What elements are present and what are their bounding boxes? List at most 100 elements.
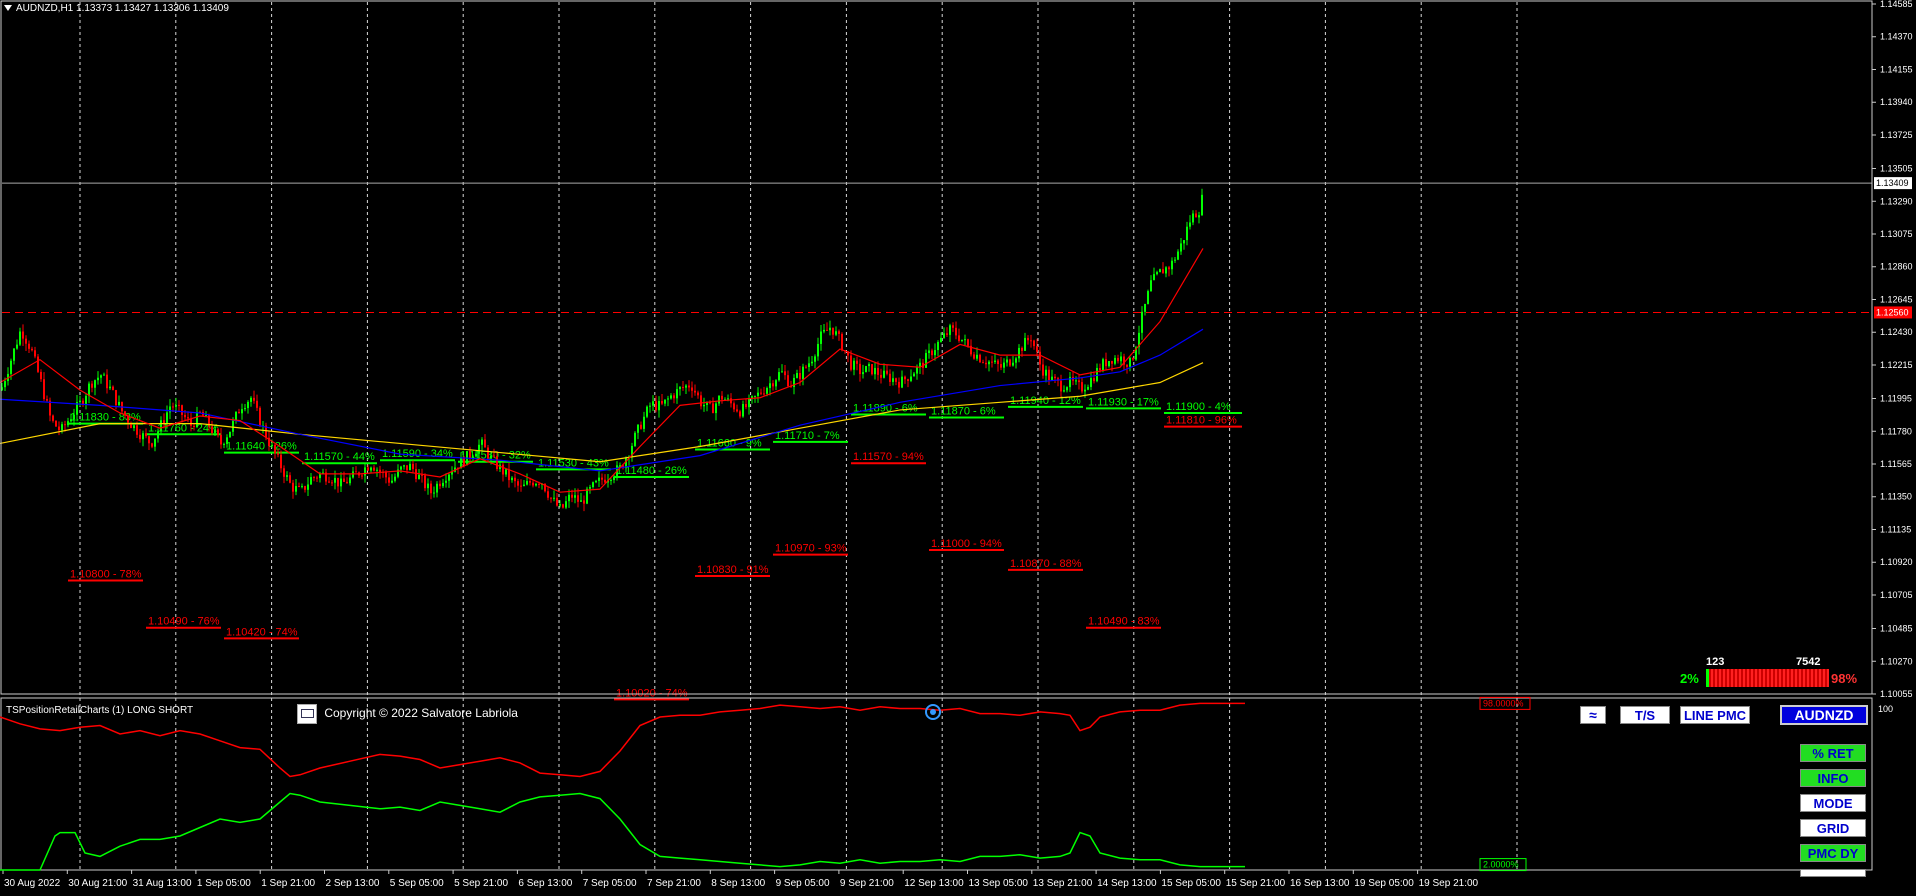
candle-body <box>160 420 162 432</box>
candle-body <box>649 405 651 407</box>
candle-body <box>58 426 60 431</box>
ts-button[interactable]: T/S <box>1620 706 1670 724</box>
y-tick-label: 1.12215 <box>1880 360 1913 370</box>
candle-body <box>958 335 960 341</box>
candle-body <box>184 414 186 418</box>
candle-body <box>253 397 255 401</box>
candle-body <box>880 374 882 378</box>
target-icon[interactable] <box>925 704 941 720</box>
candle-body <box>946 333 948 335</box>
x-tick-label: 31 Aug 13:00 <box>133 878 192 889</box>
y-tick-label: 1.11350 <box>1880 492 1912 502</box>
chart-canvas[interactable]: 1.11830 - 83%1.11760 - 24%1.11640 - 26%1… <box>0 0 1916 896</box>
candle-body <box>214 429 216 433</box>
copyright-block: Copyright © 2022 Salvatore Labriola <box>297 704 518 724</box>
menu-triangle-icon[interactable] <box>4 5 12 12</box>
candle-body <box>241 409 243 414</box>
candle-body <box>298 486 300 488</box>
y-tick-label: 1.13940 <box>1880 97 1913 107</box>
red-level-label: 1.10420 - 74% <box>226 626 298 638</box>
candle-body <box>1030 340 1032 342</box>
red-level-label: 1.10830 - 91% <box>697 564 769 576</box>
mode-button[interactable]: MODE <box>1800 794 1866 812</box>
info-button[interactable]: INFO <box>1800 769 1866 787</box>
candle-body <box>823 329 825 332</box>
candle-body <box>448 474 450 481</box>
pmc-dy-button[interactable]: PMC DY <box>1800 844 1866 862</box>
candle-body <box>337 477 339 487</box>
candle-body <box>592 482 594 488</box>
candle-body <box>676 389 678 399</box>
candle-body <box>1198 215 1200 218</box>
y-tick-label: 1.13725 <box>1880 130 1913 140</box>
candle-body <box>883 370 885 378</box>
candle-body <box>571 494 573 498</box>
candle-body <box>778 372 780 381</box>
candle-body <box>871 364 873 375</box>
candle-body <box>103 374 105 376</box>
candle-body <box>715 403 717 414</box>
candle-body <box>562 504 564 508</box>
candle-body <box>952 325 954 328</box>
candle-body <box>1012 362 1014 366</box>
candle-body <box>109 386 111 389</box>
red-level-label: 1.10970 - 93% <box>775 543 847 555</box>
candle-body <box>712 403 714 414</box>
candle-body <box>316 477 318 479</box>
candle-body <box>874 367 876 375</box>
candle-body <box>550 497 552 499</box>
candle-body <box>97 377 99 381</box>
main-frame <box>0 0 1873 695</box>
wave-button[interactable]: ≈ <box>1580 706 1606 724</box>
candle-body <box>502 464 504 475</box>
x-tick-label: 16 Sep 13:00 <box>1290 878 1350 889</box>
candle-body <box>841 333 843 351</box>
candle-body <box>1189 222 1191 227</box>
candle-body <box>979 354 981 363</box>
candle-body <box>925 353 927 368</box>
candle-body <box>313 477 315 479</box>
candle-body <box>1162 269 1164 274</box>
green-level-label: 1.11930 - 17% <box>1088 396 1159 408</box>
candle-body <box>181 405 183 415</box>
candle-body <box>577 495 579 502</box>
candle-body <box>223 443 225 445</box>
stats-count-left: 123 <box>1706 656 1725 668</box>
candle-body <box>37 356 39 372</box>
candle-body <box>799 373 801 380</box>
candle-body <box>1054 376 1056 379</box>
candle-body <box>964 339 966 341</box>
candle-body <box>1195 213 1197 218</box>
candle-body <box>433 492 435 494</box>
candle-body <box>271 444 273 447</box>
candle-body <box>1021 347 1023 351</box>
candle-body <box>277 453 279 455</box>
candle-body <box>475 453 477 457</box>
candle-body <box>697 392 699 396</box>
candle-body <box>1150 280 1152 292</box>
candle-body <box>331 482 333 484</box>
candle-body <box>283 468 285 477</box>
ret-button[interactable]: % RET <box>1800 744 1866 762</box>
symbol-button[interactable]: AUDNZD <box>1780 705 1868 725</box>
candle-body <box>1156 272 1158 275</box>
candle-body <box>481 439 483 445</box>
candle-body <box>868 364 870 367</box>
candle-body <box>274 444 276 454</box>
candle-body <box>913 373 915 377</box>
line-pmc-button[interactable]: LINE PMC <box>1680 706 1750 724</box>
candle-body <box>64 424 66 426</box>
grid-button[interactable]: GRID <box>1800 819 1866 837</box>
candle-body <box>535 483 537 486</box>
candle-body <box>655 401 657 411</box>
copyright-text: Copyright © 2022 Salvatore Labriola <box>324 706 518 721</box>
partial-button[interactable] <box>1800 869 1866 877</box>
candle-body <box>982 362 984 364</box>
x-tick-label: 1 Sep 05:00 <box>197 878 251 889</box>
x-tick-label: 30 Aug 21:00 <box>68 878 127 889</box>
candle-body <box>16 344 18 349</box>
candle-body <box>295 486 297 492</box>
candle-body <box>406 465 408 471</box>
candle-body <box>943 333 945 338</box>
candle-body <box>427 483 429 489</box>
